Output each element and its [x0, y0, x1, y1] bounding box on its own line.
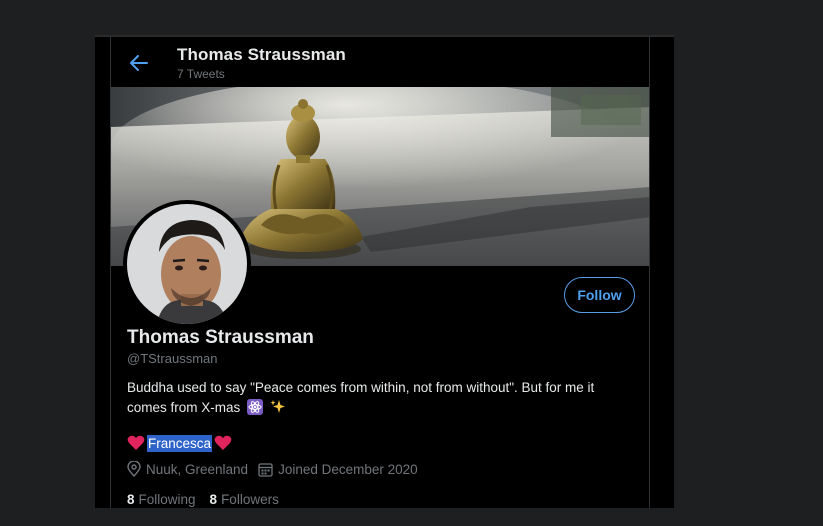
right-strip [650, 37, 674, 508]
atom-icon [247, 399, 264, 421]
followers-count: 8 [209, 492, 218, 507]
avatar-image [127, 204, 247, 324]
arrow-left-icon [130, 55, 148, 71]
join-date: Joined December 2020 [258, 462, 418, 477]
profile-handle: @TStraussman [127, 351, 218, 366]
sparkles-icon [270, 399, 286, 421]
calendar-icon [258, 462, 273, 477]
location-pin-icon [127, 461, 141, 477]
following-count: 8 [127, 492, 135, 507]
bio-love-line: Francesca [127, 433, 232, 453]
profile-window: Thomas Straussman 7 Tweets Follow Thomas… [95, 35, 674, 508]
heart-icon [214, 435, 232, 450]
location: Nuuk, Greenland [127, 461, 248, 477]
location-text: Nuuk, Greenland [146, 461, 249, 477]
tweet-count: 7 Tweets [177, 67, 225, 81]
back-button[interactable] [125, 49, 153, 77]
followers-link[interactable]: 8 Followers [210, 492, 279, 507]
profile-bio: Buddha used to say "Peace comes from wit… [127, 378, 627, 421]
following-link[interactable]: 8 Following [127, 492, 196, 507]
heart-icon [127, 435, 145, 450]
following-label: Following [138, 492, 196, 507]
profile-name: Thomas Straussman [127, 327, 314, 348]
profile-meta: Nuuk, Greenland Joined December 2020 [127, 461, 428, 477]
join-date-text: Joined December 2020 [278, 461, 418, 477]
follow-stats: 8 Following 8 Followers [127, 492, 293, 507]
bio-text: Buddha used to say "Peace comes from wit… [127, 380, 595, 415]
header-title: Thomas Straussman [177, 45, 346, 64]
partner-name: Francesca [147, 434, 213, 452]
profile-header: Thomas Straussman 7 Tweets [111, 37, 649, 87]
follow-button[interactable]: Follow [564, 277, 635, 313]
left-gutter [95, 37, 110, 508]
followers-label: Followers [221, 492, 279, 507]
profile-column: Thomas Straussman 7 Tweets Follow Thomas… [110, 37, 650, 508]
profile-avatar[interactable] [123, 200, 251, 328]
